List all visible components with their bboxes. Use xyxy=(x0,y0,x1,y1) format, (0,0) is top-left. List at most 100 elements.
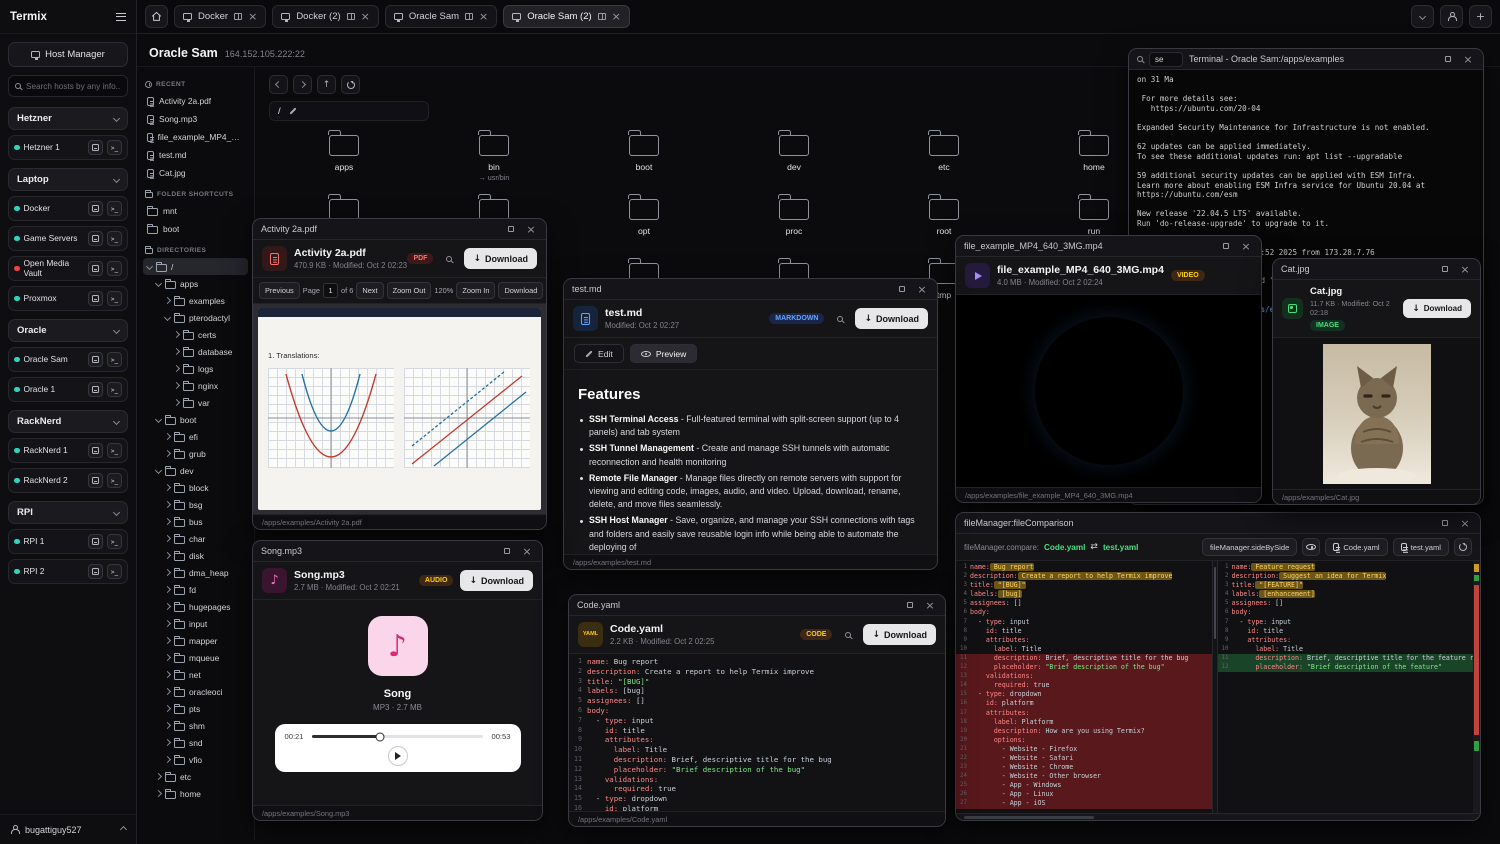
collapse-button[interactable] xyxy=(1411,5,1434,28)
tree-item[interactable]: oracleoci xyxy=(143,683,248,700)
download-button[interactable]: Download xyxy=(863,624,936,645)
file-manager-button[interactable] xyxy=(88,564,103,579)
terminal-button[interactable] xyxy=(107,564,122,579)
terminal-button[interactable] xyxy=(107,231,122,246)
left-file-button[interactable]: Code.yaml xyxy=(1325,538,1387,556)
tree-item[interactable]: bus xyxy=(143,513,248,530)
tree-item[interactable]: efi xyxy=(143,428,248,445)
diff-left-pane[interactable]: 1 name: Bug report 2 description: Create… xyxy=(956,561,1212,813)
split-icon[interactable] xyxy=(347,13,355,20)
file-manager-button[interactable] xyxy=(88,140,103,155)
tree-item[interactable]: examples xyxy=(143,292,248,309)
seek-thumb[interactable] xyxy=(376,732,385,741)
folder-item[interactable]: bin → usr/bin xyxy=(419,129,569,193)
page-number-input[interactable] xyxy=(323,283,338,298)
tree-item[interactable]: nginx xyxy=(143,377,248,394)
tree-item[interactable]: database xyxy=(143,343,248,360)
terminal-search[interactable] xyxy=(1149,52,1183,67)
breadcrumb[interactable]: / xyxy=(278,106,281,117)
tree-item[interactable]: boot xyxy=(143,411,248,428)
terminal-search-input[interactable] xyxy=(1155,55,1177,64)
host-item[interactable]: Oracle Sam xyxy=(8,347,128,372)
image-titlebar[interactable]: Cat.jpg xyxy=(1273,259,1480,280)
host-group-header[interactable]: Oracle xyxy=(8,319,128,342)
host-group-header[interactable]: Laptop xyxy=(8,168,128,191)
tree-item[interactable]: bsg xyxy=(143,496,248,513)
file-manager-button[interactable] xyxy=(88,382,103,397)
close-button[interactable] xyxy=(1461,52,1475,66)
zoom-out-button[interactable]: Zoom Out xyxy=(387,282,432,299)
folder-item[interactable]: dev xyxy=(719,129,869,193)
terminal-button[interactable] xyxy=(107,140,122,155)
host-item[interactable]: Open Media Vault xyxy=(8,256,128,281)
close-button[interactable] xyxy=(923,598,937,612)
host-group-header[interactable]: Hetzner xyxy=(8,107,128,130)
split-icon[interactable] xyxy=(598,13,606,20)
folder-item[interactable]: apps xyxy=(269,129,419,193)
tree-item[interactable]: snd xyxy=(143,734,248,751)
shortcut-item[interactable]: boot xyxy=(143,220,248,238)
right-file-button[interactable]: test.yaml xyxy=(1393,538,1449,556)
forward-button[interactable] xyxy=(293,75,312,94)
host-item[interactable]: Hetzner 1 xyxy=(8,135,128,160)
download-button[interactable]: Download xyxy=(460,570,533,591)
new-tab-button[interactable] xyxy=(1469,5,1492,28)
search-in-file-button[interactable] xyxy=(440,250,457,267)
file-manager-button[interactable] xyxy=(88,261,103,276)
terminal-button[interactable] xyxy=(107,473,122,488)
file-manager-button[interactable] xyxy=(88,291,103,306)
profile-button[interactable] xyxy=(1440,5,1463,28)
recent-file-item[interactable]: Cat.jpg xyxy=(143,164,248,182)
terminal-button[interactable] xyxy=(107,201,122,216)
terminal-button[interactable] xyxy=(107,352,122,367)
tree-item[interactable]: grub xyxy=(143,445,248,462)
tree-item[interactable]: logs xyxy=(143,360,248,377)
file-manager-button[interactable] xyxy=(88,231,103,246)
recent-file-item[interactable]: file_example_MP4_640_3MG... xyxy=(143,128,248,146)
refresh-button[interactable] xyxy=(341,75,360,94)
preview-button[interactable]: Preview xyxy=(630,344,698,363)
pdf-viewer[interactable]: 1. Translations: xyxy=(253,304,546,514)
terminal-button[interactable] xyxy=(107,534,122,549)
tree-item[interactable]: char xyxy=(143,530,248,547)
markdown-preview[interactable]: Features SSH Terminal Access - Full-feat… xyxy=(564,370,937,554)
host-group-header[interactable]: RPI xyxy=(8,501,128,524)
close-button[interactable] xyxy=(1458,516,1472,530)
comparison-titlebar[interactable]: fileManager:fileComparison xyxy=(956,513,1480,534)
file-manager-button[interactable] xyxy=(88,352,103,367)
pdf-download-button[interactable]: Download xyxy=(498,282,543,299)
tree-item[interactable]: input xyxy=(143,615,248,632)
host-search-input[interactable] xyxy=(26,82,121,91)
expand-button[interactable] xyxy=(1438,516,1452,530)
tree-item[interactable]: mapper xyxy=(143,632,248,649)
file-manager-button[interactable] xyxy=(88,473,103,488)
seek-slider[interactable] xyxy=(312,735,484,738)
tree-item[interactable]: pts xyxy=(143,700,248,717)
split-icon[interactable] xyxy=(465,13,473,20)
file-manager-button[interactable] xyxy=(88,443,103,458)
close-button[interactable] xyxy=(524,222,538,236)
preview-toggle-button[interactable] xyxy=(1302,538,1320,556)
code-editor[interactable]: 1 name: Bug report 2 description: Create… xyxy=(569,654,945,811)
host-item[interactable]: RPI 2 xyxy=(8,559,128,584)
markdown-titlebar[interactable]: test.md xyxy=(564,279,937,300)
tree-item[interactable]: home xyxy=(143,785,248,802)
next-page-button[interactable]: Next xyxy=(356,282,383,299)
home-button[interactable] xyxy=(145,5,168,28)
swap-icon[interactable] xyxy=(1090,542,1098,552)
tree-item[interactable]: fd xyxy=(143,581,248,598)
tree-item[interactable]: shm xyxy=(143,717,248,734)
shortcut-item[interactable]: mnt xyxy=(143,202,248,220)
back-button[interactable] xyxy=(269,75,288,94)
recent-file-item[interactable]: Song.mp3 xyxy=(143,110,248,128)
folder-item[interactable]: proc xyxy=(719,193,869,257)
host-item[interactable]: RPI 1 xyxy=(8,529,128,554)
close-button[interactable] xyxy=(520,544,534,558)
host-item[interactable]: Proxmox xyxy=(8,286,128,311)
host-group-header[interactable]: RackNerd xyxy=(8,410,128,433)
image-viewer[interactable] xyxy=(1273,338,1480,489)
close-icon[interactable] xyxy=(479,11,488,22)
edit-button[interactable]: Edit xyxy=(574,344,624,363)
expand-button[interactable] xyxy=(1441,52,1455,66)
recent-file-item[interactable]: Activity 2a.pdf xyxy=(143,92,248,110)
